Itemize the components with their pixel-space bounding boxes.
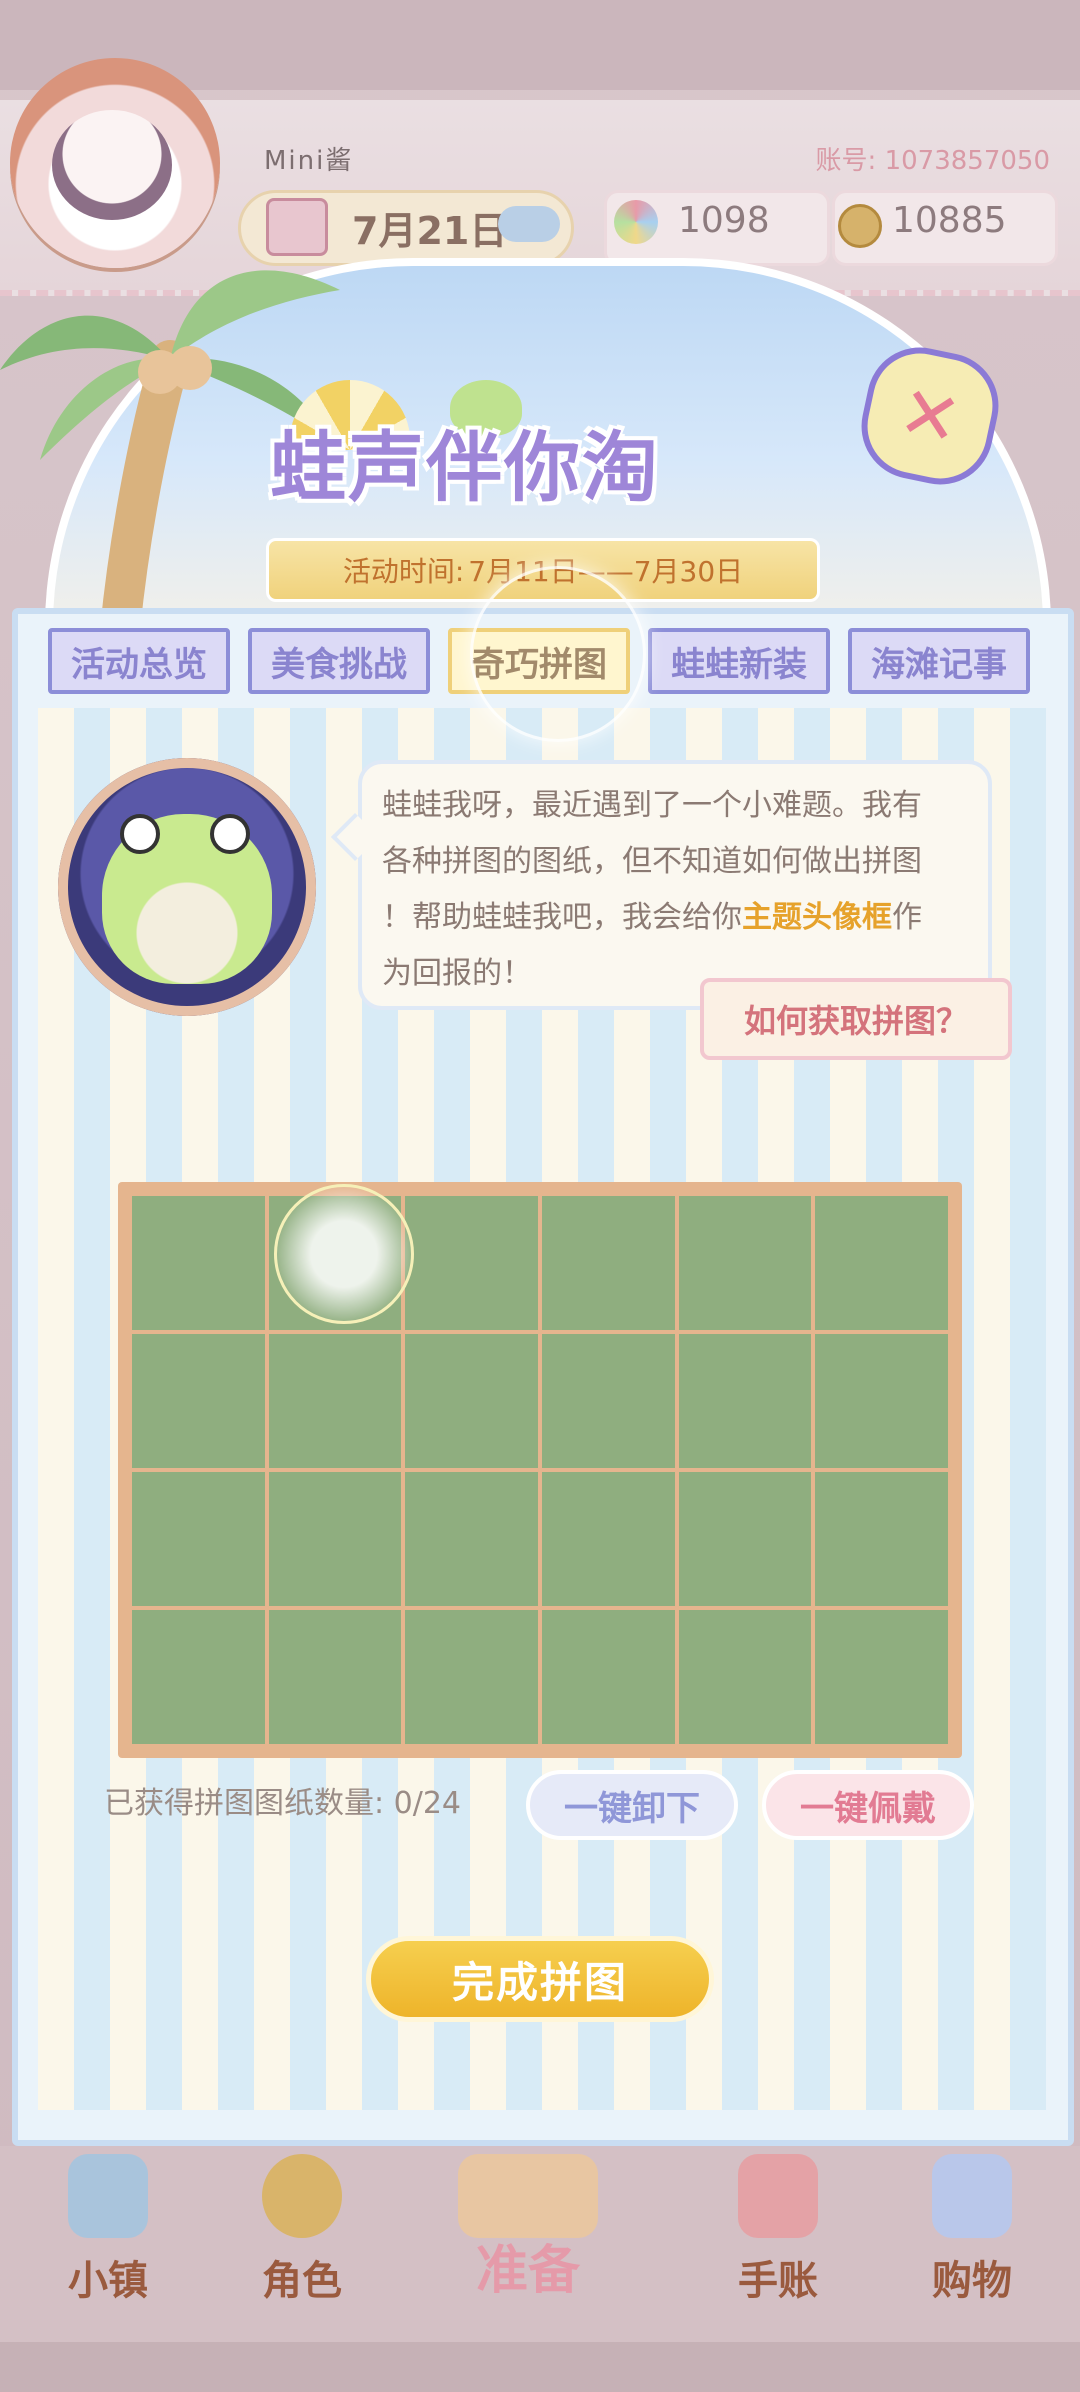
tap-ripple (470, 566, 646, 742)
puzzle-slot[interactable] (132, 1196, 265, 1330)
nav-character[interactable]: 角色 (222, 2150, 382, 2340)
event-title: 蛙声伴你淘 (270, 423, 660, 512)
map-icon (68, 2154, 148, 2238)
close-icon: ✕ (891, 368, 969, 464)
dialogue-line: 各种拼图的图纸，但不知道如何做出拼图 (382, 844, 922, 879)
weather-cloud-icon (498, 206, 560, 242)
dialogue-line: 蛙蛙我呀，最近遇到了一个小难题。我有 (382, 788, 922, 823)
picnic-basket-icon (458, 2154, 598, 2238)
how-to-get-puzzle-button[interactable]: 如何获取拼图？ (700, 978, 1012, 1060)
complete-puzzle-button[interactable]: 完成拼图 (366, 1936, 714, 2022)
tap-ripple (274, 1184, 414, 1324)
gem-count: 1098 (678, 200, 770, 241)
puzzle-slot[interactable] (405, 1196, 538, 1330)
puzzle-slot[interactable] (815, 1334, 948, 1468)
tab-beach-notes[interactable]: 海滩记事 (848, 628, 1030, 694)
system-nav-strip (0, 2342, 1080, 2392)
gem-icon (614, 200, 658, 244)
puzzle-slot[interactable] (132, 1334, 265, 1468)
puzzle-grid (132, 1196, 948, 1744)
wear-all-button[interactable]: 一键佩戴 (762, 1770, 974, 1840)
puzzle-slot[interactable] (405, 1472, 538, 1606)
event-time-label: 活动时间: (342, 555, 465, 588)
puzzle-slot[interactable] (405, 1334, 538, 1468)
unload-all-button[interactable]: 一键卸下 (526, 1770, 738, 1840)
nav-label: 角色 (262, 2258, 342, 2304)
puzzle-board (118, 1182, 962, 1758)
nav-town[interactable]: 小镇 (28, 2150, 188, 2340)
puzzle-slot[interactable] (678, 1334, 812, 1468)
nav-label: 准备 (475, 2241, 580, 2301)
puzzle-slot[interactable] (542, 1196, 675, 1330)
reward-highlight: 主题头像框 (742, 900, 892, 935)
coin-icon (838, 204, 882, 248)
frog-eye-icon (210, 814, 250, 854)
puzzle-slot[interactable] (268, 1334, 402, 1468)
avatar-icon (52, 110, 172, 220)
tab-food-challenge[interactable]: 美食挑战 (248, 628, 430, 694)
player-name: Mini酱 (264, 146, 354, 176)
npc-dialogue: 蛙蛙我呀，最近遇到了一个小难题。我有 各种拼图的图纸，但不知道如何做出拼图 ！帮… (382, 778, 972, 1002)
puzzle-slot[interactable] (542, 1472, 675, 1606)
tab-overview[interactable]: 活动总览 (48, 628, 230, 694)
puzzle-slot[interactable] (132, 1610, 265, 1744)
nav-shop[interactable]: 购物 (892, 2150, 1052, 2340)
nav-journal[interactable]: 手账 (698, 2150, 858, 2340)
nav-label: 手账 (738, 2258, 818, 2304)
shopping-bag-icon (932, 2154, 1012, 2238)
puzzle-slot[interactable] (542, 1610, 675, 1744)
tab-frog-outfit[interactable]: 蛙蛙新装 (648, 628, 830, 694)
nav-prepare[interactable]: 准备 (398, 2150, 658, 2340)
dialogue-line: ！帮助蛙蛙我吧，我会给你主题头像框作 (382, 900, 922, 935)
puzzle-slot[interactable] (678, 1196, 812, 1330)
puzzle-slot[interactable] (678, 1610, 812, 1744)
nav-label: 购物 (932, 2258, 1012, 2304)
puzzle-slot[interactable] (678, 1472, 812, 1606)
journal-icon (738, 2154, 818, 2238)
date-text: 7月21日 (352, 209, 508, 253)
puzzle-count-label: 已获得拼图图纸数量: 0/24 (104, 1786, 462, 1821)
puzzle-slot[interactable] (405, 1610, 538, 1744)
puzzle-slot[interactable] (542, 1334, 675, 1468)
coin-count: 10885 (892, 200, 1007, 241)
puzzle-slot[interactable] (268, 1610, 402, 1744)
account-id[interactable]: 账号: 1073857050 (816, 140, 1050, 177)
puzzle-slot[interactable] (815, 1472, 948, 1606)
character-icon (262, 2154, 342, 2238)
puzzle-slot[interactable] (268, 1472, 402, 1606)
frog-eye-icon (120, 814, 160, 854)
puzzle-slot[interactable] (815, 1610, 948, 1744)
nav-label: 小镇 (68, 2258, 148, 2304)
puzzle-slot[interactable] (815, 1196, 948, 1330)
puzzle-slot[interactable] (132, 1472, 265, 1606)
